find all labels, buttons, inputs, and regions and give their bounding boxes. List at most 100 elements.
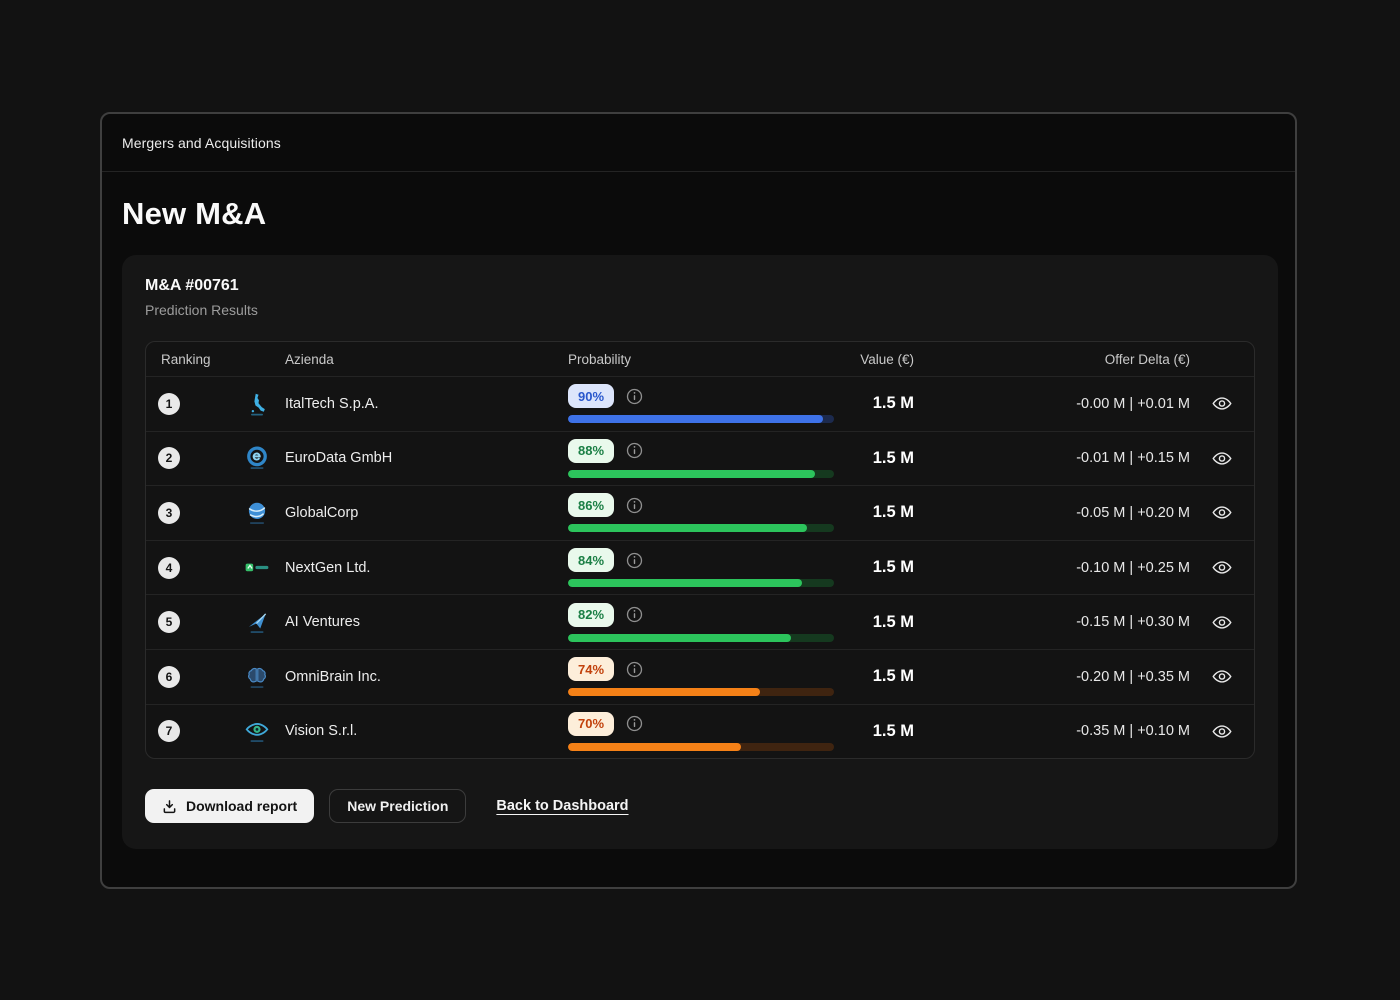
company-logo-cell: [228, 500, 285, 526]
rank-badge: 2: [158, 447, 180, 469]
download-report-button[interactable]: Download report: [145, 789, 314, 823]
view-details-button[interactable]: [1210, 394, 1234, 413]
rank-badge: 4: [158, 557, 180, 579]
value-cell: 1.5 M: [834, 394, 914, 413]
info-icon[interactable]: [626, 661, 643, 678]
table-row: 1 ItalTech S.p.A.90% 1.5 M-0.00 M | +0.01 …: [146, 376, 1254, 431]
column-header-ranking: Ranking: [146, 352, 285, 367]
probability-cell: 70%: [568, 705, 834, 759]
probability-cell: 84%: [568, 541, 834, 595]
probability-cell: 82%: [568, 595, 834, 649]
value-cell: 1.5 M: [834, 613, 914, 632]
rank-badge: 7: [158, 720, 180, 742]
actions-cell: [1190, 394, 1254, 413]
probability-cell: 86%: [568, 486, 834, 540]
actions-cell: [1190, 503, 1254, 522]
ranking-cell: 1: [146, 393, 228, 415]
info-icon[interactable]: [626, 715, 643, 732]
company-name: NextGen Ltd.: [285, 560, 568, 576]
prediction-results-card: M&A #00761 Prediction Results Ranking Az…: [122, 255, 1278, 849]
table-body: 1ItalTech S.p.A.90%1.5 M-0.00 M | +0.01 …: [146, 376, 1254, 758]
eye-icon: [1212, 396, 1232, 411]
omnibrain-logo-icon: [244, 664, 270, 690]
app-title: Mergers and Acquisitions: [122, 135, 281, 151]
vision-logo-icon: [244, 718, 270, 744]
probability-bar: [568, 688, 834, 696]
company-logo-cell: [228, 609, 285, 635]
column-header-probability: Probability: [568, 352, 834, 367]
column-header-azienda: Azienda: [285, 352, 568, 367]
card-subtitle: Prediction Results: [145, 302, 1255, 318]
table-row: 2EuroData GmbH88%1.5 M-0.01 M | +0.15 M: [146, 431, 1254, 486]
probability-bar-fill: [568, 743, 741, 751]
info-icon[interactable]: [626, 388, 643, 405]
probability-cell: 90%: [568, 377, 834, 431]
rank-badge: 5: [158, 611, 180, 633]
info-icon[interactable]: [626, 552, 643, 569]
probability-bar-fill: [568, 634, 791, 642]
probability-bar: [568, 470, 834, 478]
company-name: ItalTech S.p.A.: [285, 396, 568, 412]
company-logo-cell: [228, 718, 285, 744]
probability-bar: [568, 634, 834, 642]
view-details-button[interactable]: [1210, 667, 1234, 686]
actions-cell: [1190, 449, 1254, 468]
actions-cell: [1190, 558, 1254, 577]
download-icon: [162, 799, 177, 814]
probability-badge: 88%: [568, 439, 614, 463]
probability-badge: 90%: [568, 384, 614, 408]
probability-bar-fill: [568, 470, 815, 478]
rank-badge: 1: [158, 393, 180, 415]
ranking-cell: 6: [146, 666, 228, 688]
company-name: GlobalCorp: [285, 505, 568, 521]
ranking-cell: 5: [146, 611, 228, 633]
rank-badge: 3: [158, 502, 180, 524]
probability-bar: [568, 415, 834, 423]
offer-delta-cell: -0.15 M | +0.30 M: [914, 614, 1190, 630]
probability-bar-fill: [568, 579, 802, 587]
table-row: 6OmniBrain Inc.74%1.5 M-0.20 M | +0.35 M: [146, 649, 1254, 704]
view-details-button[interactable]: [1210, 558, 1234, 577]
table-row: 7Vision S.r.l.70%1.5 M-0.35 M | +0.10 M: [146, 704, 1254, 759]
ranking-cell: 3: [146, 502, 228, 524]
view-details-button[interactable]: [1210, 449, 1234, 468]
value-cell: 1.5 M: [834, 667, 914, 686]
probability-cell: 74%: [568, 650, 834, 704]
table-row: 4 NextGen Ltd.84%1.5 M-0.10 M | +0.25 M: [146, 540, 1254, 595]
offer-delta-cell: -0.10 M | +0.25 M: [914, 560, 1190, 576]
view-details-button[interactable]: [1210, 722, 1234, 741]
nextgen-logo-icon: [244, 555, 270, 581]
main-content: New M&A M&A #00761 Prediction Results Ra…: [102, 196, 1295, 849]
probability-bar-fill: [568, 415, 823, 423]
actions-cell: [1190, 722, 1254, 741]
probability-bar: [568, 579, 834, 587]
offer-delta-cell: -0.05 M | +0.20 M: [914, 505, 1190, 521]
back-to-dashboard-link[interactable]: Back to Dashboard: [496, 798, 628, 814]
company-logo-cell: [228, 391, 285, 417]
probability-bar-fill: [568, 688, 760, 696]
view-details-button[interactable]: [1210, 503, 1234, 522]
eye-icon: [1212, 615, 1232, 630]
app-header: Mergers and Acquisitions: [102, 114, 1295, 172]
page-title: New M&A: [122, 196, 1278, 232]
info-icon[interactable]: [626, 606, 643, 623]
probability-badge: 86%: [568, 493, 614, 517]
actions-bar: Download report New Prediction Back to D…: [145, 789, 1255, 823]
info-icon[interactable]: [626, 442, 643, 459]
info-icon[interactable]: [626, 497, 643, 514]
app-window: Mergers and Acquisitions New M&A M&A #00…: [100, 112, 1297, 889]
actions-cell: [1190, 613, 1254, 632]
offer-delta-cell: -0.01 M | +0.15 M: [914, 450, 1190, 466]
table-row: 3GlobalCorp86%1.5 M-0.05 M | +0.20 M: [146, 485, 1254, 540]
probability-bar-fill: [568, 524, 807, 532]
new-prediction-button[interactable]: New Prediction: [329, 789, 466, 823]
offer-delta-cell: -0.20 M | +0.35 M: [914, 669, 1190, 685]
offer-delta-cell: -0.00 M | +0.01 M: [914, 396, 1190, 412]
italtech-logo-icon: [244, 391, 270, 417]
probability-bar: [568, 743, 834, 751]
value-cell: 1.5 M: [834, 558, 914, 577]
company-name: EuroData GmbH: [285, 450, 568, 466]
view-details-button[interactable]: [1210, 613, 1234, 632]
column-header-value: Value (€): [834, 352, 914, 367]
eye-icon: [1212, 560, 1232, 575]
